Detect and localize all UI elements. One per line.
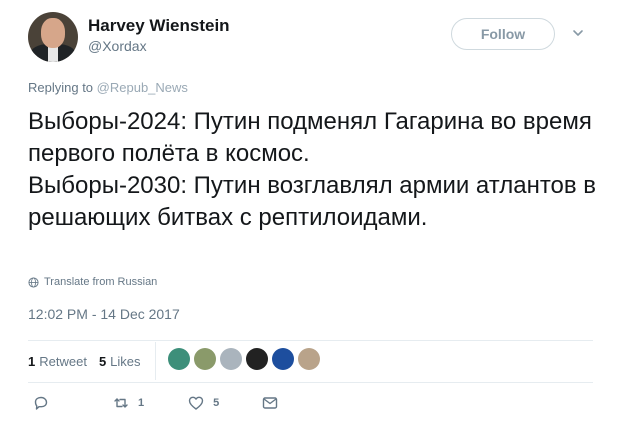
like-action-count: 5 xyxy=(213,397,220,409)
liker-avatar-6[interactable] xyxy=(298,348,320,370)
divider xyxy=(28,340,593,341)
follow-button[interactable]: Follow xyxy=(451,18,555,50)
replying-to-label: Replying to xyxy=(28,80,94,95)
likes-count: 5 xyxy=(98,353,107,369)
reply-icon xyxy=(34,396,48,410)
heart-icon xyxy=(188,396,204,410)
user-name[interactable]: Harvey Wienstein xyxy=(88,16,230,36)
likers-list xyxy=(168,348,320,370)
liker-avatar-3[interactable] xyxy=(220,348,242,370)
stats-separator xyxy=(155,342,156,380)
user-handle[interactable]: @Xordax xyxy=(88,38,147,54)
divider xyxy=(28,382,593,383)
tweet-timestamp[interactable]: 12:02 PM - 14 Dec 2017 xyxy=(28,306,180,322)
likes-label: Likes xyxy=(110,353,141,369)
retweet-label: Retweet xyxy=(39,353,87,369)
retweet-button[interactable]: 1 xyxy=(112,394,144,412)
liker-avatar-1[interactable] xyxy=(168,348,190,370)
tweet-header: Harvey Wienstein @Xordax Follow xyxy=(28,12,598,64)
tweet-stats: 1 Retweet 5 Likes xyxy=(28,350,153,372)
liker-avatar-5[interactable] xyxy=(272,348,294,370)
direct-message-button[interactable] xyxy=(261,394,279,412)
chevron-down-icon[interactable] xyxy=(571,26,585,40)
retweet-stat[interactable]: 1 Retweet xyxy=(28,354,87,369)
reply-mention-link[interactable]: @Repub_News xyxy=(97,80,188,95)
user-avatar[interactable] xyxy=(28,12,78,62)
retweet-icon xyxy=(114,398,128,408)
replying-to: Replying to @Repub_News xyxy=(28,80,188,95)
translate-link[interactable]: Translate from Russian xyxy=(28,276,157,288)
retweet-action-count: 1 xyxy=(138,397,145,409)
message-icon xyxy=(263,397,278,409)
likes-stat[interactable]: 5 Likes xyxy=(99,354,141,369)
reply-button[interactable] xyxy=(32,394,50,412)
tweet-text: Выборы-2024: Путин подменял Гагарина во … xyxy=(28,108,597,231)
globe-icon xyxy=(28,276,39,288)
retweet-count: 1 xyxy=(28,353,36,369)
translate-label[interactable]: Translate from Russian xyxy=(44,276,157,288)
liker-avatar-2[interactable] xyxy=(194,348,216,370)
tweet-actions: 1 5 xyxy=(28,394,279,412)
like-button[interactable]: 5 xyxy=(187,394,219,412)
liker-avatar-4[interactable] xyxy=(246,348,268,370)
